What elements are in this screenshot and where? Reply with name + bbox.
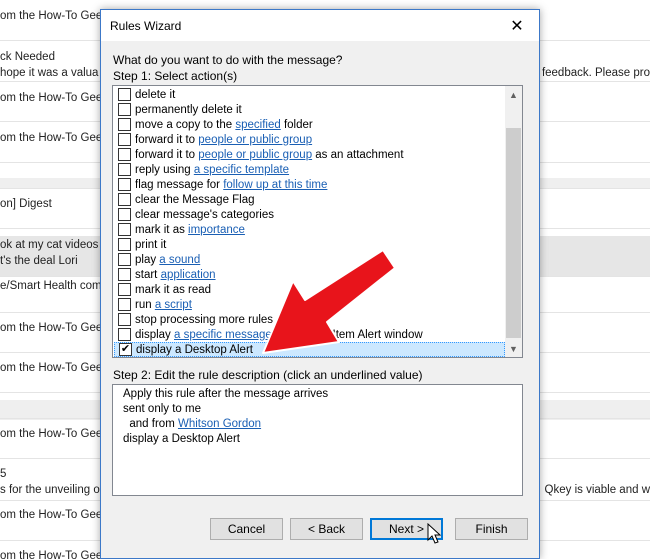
back-button[interactable]: < Back bbox=[290, 518, 363, 540]
checkbox[interactable] bbox=[118, 283, 131, 296]
text-fragment: permanently delete it bbox=[135, 103, 242, 116]
checkbox[interactable] bbox=[118, 223, 131, 236]
action-item[interactable]: delete it bbox=[114, 87, 505, 102]
text-fragment: as an attachment bbox=[312, 148, 404, 161]
scroll-up-icon[interactable]: ▲ bbox=[505, 86, 522, 103]
action-item[interactable]: reply using a specific template bbox=[114, 162, 505, 177]
action-item[interactable]: print it bbox=[114, 237, 505, 252]
scroll-down-icon[interactable]: ▼ bbox=[505, 340, 522, 357]
text-fragment: clear message's categories bbox=[135, 208, 274, 221]
action-item[interactable]: clear the Message Flag bbox=[114, 192, 505, 207]
checkbox[interactable] bbox=[118, 163, 131, 176]
text-fragment: delete it bbox=[135, 88, 176, 101]
checkbox-checked[interactable]: ✔ bbox=[119, 343, 132, 356]
mail-preview-text: Qkey is viable and w bbox=[544, 484, 650, 496]
text-fragment: display bbox=[135, 328, 174, 341]
action-item[interactable]: ✔ display a Desktop Alert bbox=[114, 342, 505, 357]
action-item[interactable]: mark it as importance bbox=[114, 222, 505, 237]
step2-label: Step 2: Edit the rule description (click… bbox=[113, 368, 423, 382]
text-fragment: mark it as bbox=[135, 223, 189, 236]
finish-button[interactable]: Finish bbox=[455, 518, 528, 540]
dialog-prompt: What do you want to do with the message? bbox=[113, 53, 343, 67]
dialog-titlebar: Rules Wizard ✕ bbox=[101, 10, 539, 41]
text-fragment: Apply this rule after the message arrive… bbox=[123, 388, 329, 400]
underlined-value-link[interactable]: a script bbox=[155, 299, 192, 311]
underlined-value-link[interactable]: a specific message bbox=[174, 329, 272, 341]
checkbox[interactable] bbox=[118, 178, 131, 191]
checkbox[interactable] bbox=[118, 253, 131, 266]
dialog-title: Rules Wizard bbox=[110, 18, 182, 33]
text-fragment: mark it as read bbox=[135, 283, 212, 296]
mail-preview-text: r feedback. Please pro bbox=[534, 67, 650, 79]
underlined-value-link[interactable]: application bbox=[161, 269, 216, 281]
checkbox[interactable] bbox=[118, 268, 131, 281]
text-fragment: reply using bbox=[135, 163, 194, 176]
text-fragment: clear the Message Flag bbox=[135, 193, 255, 206]
checkbox[interactable] bbox=[118, 133, 131, 146]
checkbox[interactable] bbox=[118, 298, 131, 311]
text-fragment: in the New Item Alert window bbox=[271, 328, 423, 341]
step1-label: Step 1: Select action(s) bbox=[113, 69, 238, 83]
text-fragment: play bbox=[135, 253, 160, 266]
underlined-value-link[interactable]: importance bbox=[188, 224, 245, 236]
underlined-value-link[interactable]: a sound bbox=[159, 254, 200, 266]
checkbox[interactable] bbox=[118, 313, 131, 326]
checkbox[interactable] bbox=[118, 193, 131, 206]
underlined-value-link[interactable]: people or public group bbox=[198, 134, 312, 146]
underlined-value-link[interactable]: Whitson Gordon bbox=[178, 418, 261, 430]
text-fragment: start bbox=[135, 268, 161, 281]
action-item[interactable]: play a sound bbox=[114, 252, 505, 267]
rule-description-box: Apply this rule after the message arrive… bbox=[112, 384, 523, 496]
text-fragment: forward it to bbox=[135, 133, 199, 146]
cancel-button[interactable]: Cancel bbox=[210, 518, 283, 540]
text-fragment: stop processing more rules bbox=[135, 313, 274, 326]
checkbox[interactable] bbox=[118, 208, 131, 221]
checkbox[interactable] bbox=[118, 148, 131, 161]
checkbox[interactable] bbox=[118, 328, 131, 341]
action-item[interactable]: clear message's categories bbox=[114, 207, 505, 222]
checkbox[interactable] bbox=[118, 88, 131, 101]
text-fragment: display a Desktop Alert bbox=[123, 433, 240, 445]
underlined-value-link[interactable]: specified bbox=[235, 119, 280, 131]
actions-list[interactable]: delete it permanently delete it move a cop… bbox=[112, 85, 523, 358]
checkbox[interactable] bbox=[118, 103, 131, 116]
rule-description-line: and from Whitson Gordon bbox=[123, 417, 522, 432]
text-fragment: forward it to bbox=[135, 148, 199, 161]
text-fragment: print it bbox=[135, 238, 167, 251]
rule-description-line: sent only to me bbox=[123, 402, 522, 417]
close-button[interactable]: ✕ bbox=[495, 10, 539, 41]
action-item[interactable]: stop processing more rules bbox=[114, 312, 505, 327]
action-item[interactable]: flag message for follow up at this time bbox=[114, 177, 505, 192]
text-fragment: display a Desktop Alert bbox=[136, 343, 253, 356]
action-item[interactable]: forward it to people or public group as … bbox=[114, 147, 505, 162]
text-fragment: run bbox=[135, 298, 155, 311]
text-fragment: flag message for bbox=[135, 178, 224, 191]
action-item[interactable]: permanently delete it bbox=[114, 102, 505, 117]
actions-scrollbar[interactable]: ▲ ▼ bbox=[505, 86, 522, 357]
action-item[interactable]: run a script bbox=[114, 297, 505, 312]
rules-wizard-dialog: Rules Wizard ✕ What do you want to do wi… bbox=[100, 9, 540, 559]
rule-description-line: Apply this rule after the message arrive… bbox=[123, 387, 522, 402]
rule-description-line: display a Desktop Alert bbox=[123, 432, 522, 447]
text-fragment: and from bbox=[123, 418, 178, 430]
text-fragment: move a copy to the bbox=[135, 118, 236, 131]
mouse-cursor-icon bbox=[427, 523, 441, 544]
underlined-value-link[interactable]: people or public group bbox=[198, 149, 312, 161]
action-item[interactable]: display a specific message in the New It… bbox=[114, 327, 505, 342]
underlined-value-link[interactable]: follow up at this time bbox=[223, 179, 327, 191]
checkbox[interactable] bbox=[118, 118, 131, 131]
checkbox[interactable] bbox=[118, 238, 131, 251]
action-item[interactable]: move a copy to the specified folder bbox=[114, 117, 505, 132]
text-fragment: folder bbox=[280, 118, 313, 131]
action-item[interactable]: forward it to people or public group bbox=[114, 132, 505, 147]
action-item[interactable]: start application bbox=[114, 267, 505, 282]
underlined-value-link[interactable]: a specific template bbox=[194, 164, 289, 176]
text-fragment: sent only to me bbox=[123, 403, 201, 415]
action-item[interactable]: mark it as read bbox=[114, 282, 505, 297]
scroll-thumb[interactable] bbox=[506, 128, 521, 338]
